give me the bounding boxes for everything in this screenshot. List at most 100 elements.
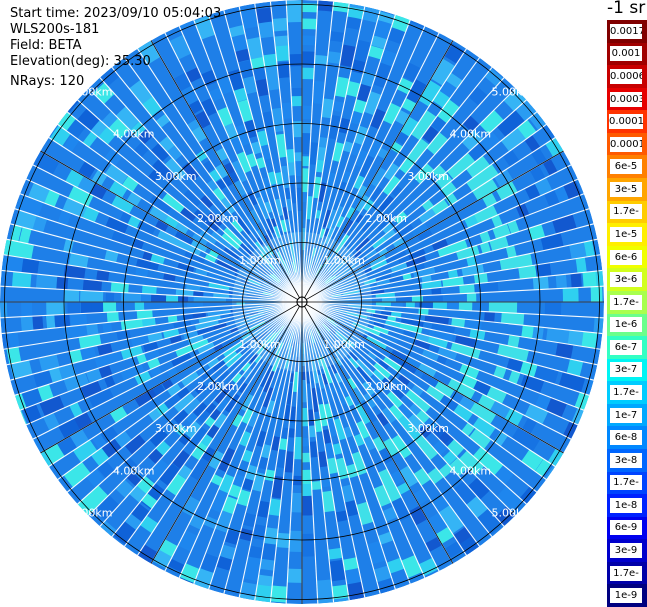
range-gate-cell [544,302,562,316]
colorbar-tick-label: 0.0003 [610,91,642,107]
range-gate-cell [595,270,604,287]
range-gate-cell [141,293,152,302]
range-gate-cell [302,156,310,167]
range-gate-cell [106,311,120,323]
range-gate-cell [290,87,302,97]
range-ring-label: 3.00km [155,422,197,435]
range-gate-cell [45,314,56,329]
range-gate-cell [262,53,278,67]
range-gate-cell [0,302,8,318]
colorbar-units-label: -1 sr [607,0,646,18]
range-gate-cell [555,274,567,289]
colorbar-tick-label: 6e-9 [610,520,642,536]
range-ring-label: 3.00km [155,170,197,183]
range-gate-cell [532,276,549,290]
range-gate-cell [102,322,113,334]
range-gate-cell [302,105,313,120]
range-gate-cell [134,302,145,311]
range-gate-cell [67,302,81,315]
ppi-scan-plot: 1.00km 1.00km 1.00km 1.00km 2.00km 2.00km 2.00… [0,0,604,604]
range-gate-cell [270,585,288,604]
colorbar-tick-label: 3e-8 [610,452,642,468]
colorbar-tick-label: 1.7e-8 [610,475,642,491]
range-gate-cell [590,286,603,302]
range-gate-cell [562,287,579,302]
colorbar-tick-label: 0.0017 [610,23,642,39]
range-gate-cell [274,35,289,47]
colorbar-tick-label: 0.0006 [610,68,642,84]
range-ring-label: 3.00km [407,422,449,435]
range-gate-cell [311,481,322,490]
range-gate-cell [286,0,302,23]
colorbar: 0.0017 0.001 0.0006 0.0003 0.00017 0.0001 6e-5… [607,20,647,607]
range-ring-label: 3.00km [407,170,449,183]
range-gate-cell [80,290,104,302]
range-gate-cell [483,311,495,323]
range-gate-cell [294,152,302,162]
range-gate-cell [12,271,32,288]
field-label: Field: BETA [10,38,82,53]
range-ring-label: 2.00km [365,212,407,225]
scan-info-panel: Start time: 2023/09/10 05:04:03 WLS200s-… [10,6,221,90]
colorbar-tick-label: 6e-7 [610,339,642,355]
range-gate-cell [302,67,315,80]
colorbar-tick-label: 3e-7 [610,362,642,378]
range-ring-label: 5.00km [492,86,534,99]
range-gate-cell [259,558,275,571]
colorbar-tick-label: 1.7e-7 [610,385,642,401]
colorbar-tick-label: 3e-6 [610,272,642,288]
range-gate-cell [329,31,345,43]
colorbar-tick-label: 1.7e-6 [610,294,642,310]
range-gate-cell [302,122,312,134]
range-ring-label: 2.00km [365,380,407,393]
range-gate-cell [302,452,311,463]
colorbar-tick-label: 0.00017 [609,114,643,130]
nrays-label: NRays: 120 [10,74,85,89]
range-gate-cell [314,55,328,65]
colorbar-tick-label: 1e-8 [610,497,642,513]
range-gate-cell [302,495,314,516]
range-gate-cell [302,35,316,46]
range-gate-cell [466,292,477,302]
colorbar-tick-label: 1.7e-5 [610,204,642,220]
range-ring-label: 1.00km [323,338,365,351]
range-gate-cell [575,257,587,274]
colorbar-tick-label: 1e-6 [610,317,642,333]
range-ring-label: 1.00km [239,338,281,351]
range-gate-cell [581,331,598,349]
colorbar-tick-label: 6e-8 [610,430,642,446]
colorbar-tick-label: 1.7e-9 [610,565,642,581]
range-ring-label: 2.00km [197,380,239,393]
colorbar-tick-label: 0.001 [610,46,642,62]
range-gate-cell [302,437,310,447]
elevation-label: Elevation(deg): 35.30 [10,54,151,69]
range-gate-cell [302,51,316,66]
range-gate-cell [327,51,342,64]
colorbar-tick-label: 6e-5 [610,159,642,175]
colorbar-tick-label: 6e-6 [610,249,642,265]
range-gate-cell [287,568,302,583]
range-ring-label: 1.00km [323,254,365,267]
range-gate-cell [302,533,316,557]
range-gate-cell [458,302,473,311]
range-gate-cell [302,469,312,486]
range-gate-cell [272,17,288,32]
colorbar-tick-label: 1e-7 [610,407,642,423]
range-gate-cell [288,530,302,552]
colorbar-tick-label: 3e-5 [610,181,642,197]
range-gate-cell [500,302,518,314]
range-gate-cell [276,532,290,548]
range-gate-cell [105,291,115,302]
range-gate-cell [328,547,343,560]
range-ring-label: 4.00km [449,464,491,477]
instrument-label: WLS200s-181 [10,22,100,37]
colorbar-tick-label: 1e-5 [610,226,642,242]
range-ring-label: 4.00km [113,128,155,141]
range-ring-label: 4.00km [449,128,491,141]
range-gate-cell [20,316,34,332]
colorbar-tick-label: 0.0001 [610,136,642,152]
range-gate-cell [302,18,317,30]
start-time-label: Start time: 2023/09/10 05:04:03 [10,6,222,21]
range-gate-cell [64,289,80,302]
range-gate-cell [80,302,92,314]
